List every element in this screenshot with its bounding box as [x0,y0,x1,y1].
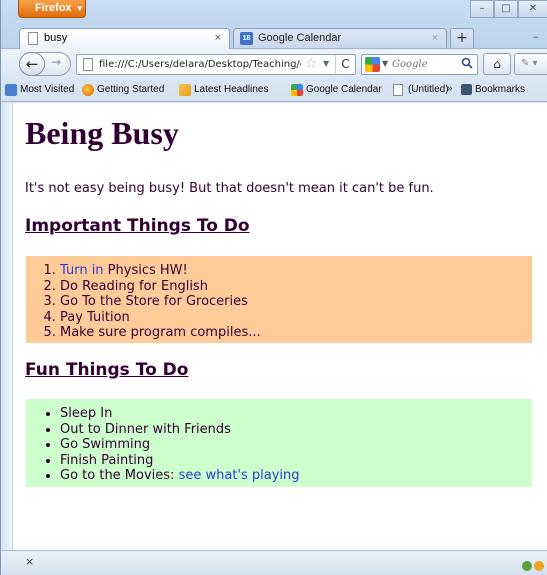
bookmark-star-icon[interactable]: ☆ [305,56,318,72]
url-input[interactable] [99,56,301,73]
list-item: Pay Tuition [60,310,261,326]
address-bar: ☆ ▼ C [76,54,356,75]
search-icon[interactable] [461,57,473,69]
addon-button[interactable]: ✎ ▾ [514,53,547,75]
back-forward-group: ← → [19,52,71,76]
search-input[interactable] [392,56,454,73]
important-list-box: Turn in Physics HW! Do Reading for Engli… [26,256,532,343]
chevron-down-icon: ▼ [75,4,84,13]
minimize-button[interactable]: – [470,0,494,18]
reload-button[interactable]: C [335,55,355,74]
tab-google-calendar[interactable]: 18 Google Calendar × [233,28,447,49]
intro-paragraph: It's not easy being busy! But that doesn… [25,181,434,196]
list-item: Turn in Physics HW! [60,263,261,279]
firefox-icon [82,84,94,96]
navigation-bar: ← → ☆ ▼ C ▼ ⌂ ✎ ▾ [1,48,547,78]
fun-heading: Fun Things To Do [25,360,189,380]
status-bar: × [1,550,547,575]
important-heading: Important Things To Do [25,216,250,236]
list-item: Go Swimming [60,437,300,453]
google-search-engine-icon[interactable] [365,57,380,72]
forward-button[interactable]: → [51,55,61,69]
page-icon [28,32,38,45]
bookmark-label: Most Visited [20,84,75,95]
tab-label: busy [44,32,68,44]
bookmarks-icon [461,84,472,95]
firefox-menu-label: Firefox [35,2,72,14]
firefox-menu-button[interactable]: Firefox ▼ [18,0,86,18]
list-item: Go to the Movies: see what's playing [60,468,300,484]
list-item: Out to Dinner with Friends [60,422,300,438]
list-item-text: Physics HW! [103,263,188,278]
back-button[interactable]: ← [19,52,45,76]
google-calendar-icon: 18 [240,32,253,45]
bookmarks-menu-button[interactable]: Bookmarks [461,83,525,97]
close-tab-icon[interactable]: × [215,29,221,48]
list-item: Finish Painting [60,453,300,469]
tab-label: Google Calendar [258,32,342,44]
bookmark-google-calendar[interactable]: Google Calendar [291,83,382,97]
status-icons [520,556,544,571]
browser-window: Firefox ▼ – □ ✕ busy × 18 Google Calendar… [0,0,547,575]
list-item: Make sure program compiles... [60,325,261,341]
rss-icon [179,84,191,96]
bookmark-label: Getting Started [97,84,165,95]
most-visited-icon [5,84,17,96]
page-icon [393,84,403,96]
bookmark-label: Latest Headlines [194,84,269,95]
title-bar: Firefox ▼ – □ ✕ [1,0,547,22]
bookmark-label: (Untitled) [408,84,449,95]
bookmark-latest-headlines[interactable]: Latest Headlines [179,83,269,97]
bookmark-getting-started[interactable]: Getting Started [82,83,164,97]
page-title: Being Busy [25,115,179,151]
home-button[interactable]: ⌂ [483,53,511,75]
list-item: Do Reading for English [60,279,261,295]
search-engine-dropdown-icon[interactable]: ▼ [382,59,388,68]
important-list: Turn in Physics HW! Do Reading for Engli… [26,263,261,341]
maximize-button[interactable]: □ [494,0,518,18]
fun-list-box: Sleep In Out to Dinner with Friends Go S… [26,399,532,487]
fun-list: Sleep In Out to Dinner with Friends Go S… [26,406,300,484]
bookmark-most-visited[interactable]: Most Visited [5,83,74,97]
bookmark-untitled[interactable]: (Untitled) [393,83,449,97]
list-item: Go To the Store for Groceries [60,294,261,310]
google-icon [291,84,303,96]
bookmarks-toolbar: Most Visited Getting Started Latest Head… [1,78,547,102]
tab-strip: busy × 18 Google Calendar × + – [1,22,547,49]
bookmarks-menu-label: Bookmarks [475,84,526,95]
page-content[interactable]: Being Busy It's not easy being busy! But… [13,103,547,550]
list-item-text: Go to the Movies: [60,468,179,483]
tab-overflow-icon[interactable]: – [533,30,539,43]
search-bar: ▼ [361,54,478,75]
addon-status-icon[interactable] [534,561,544,571]
list-item: Sleep In [60,406,300,422]
window-controls: – □ ✕ [470,0,547,18]
see-whats-playing-link[interactable]: see what's playing [179,468,300,483]
addon-status-icon[interactable] [522,561,532,571]
tab-busy[interactable]: busy × [19,28,230,49]
bookmarks-overflow-chevron-icon[interactable]: » [447,83,453,94]
close-window-button[interactable]: ✕ [518,0,547,18]
page-icon [83,58,93,71]
close-tab-icon[interactable]: × [432,29,438,48]
bookmark-label: Google Calendar [306,84,382,95]
close-addon-bar-icon[interactable]: × [25,555,34,568]
window-left-edge [1,103,13,550]
new-tab-button[interactable]: + [450,28,474,48]
turn-in-link[interactable]: Turn in [60,263,104,278]
url-history-dropdown-icon[interactable]: ▼ [323,59,329,68]
